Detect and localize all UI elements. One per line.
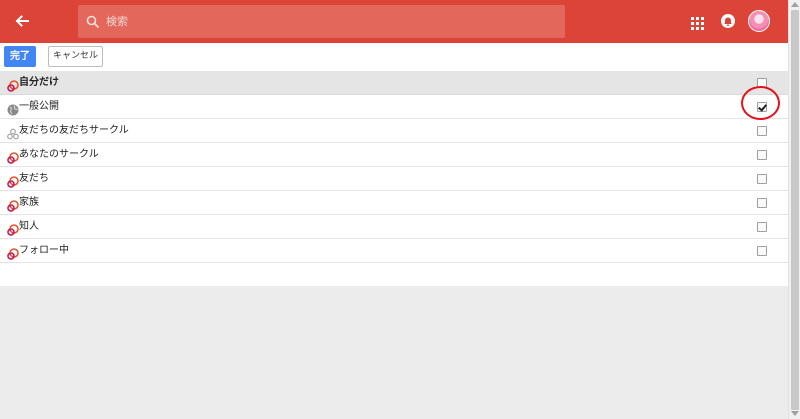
item-checkbox[interactable] <box>757 174 767 184</box>
globe-icon <box>7 101 19 116</box>
vertical-scrollbar[interactable] <box>788 0 800 419</box>
circles-icon <box>7 197 19 212</box>
item-label: 友だち <box>19 173 49 184</box>
item-label: 一般公開 <box>19 101 59 112</box>
search-box[interactable] <box>78 5 565 38</box>
scrollbar-thumb[interactable] <box>791 10 799 410</box>
audience-panel: 完了 キャンセル 自分だけ 一般公開 友だちの友だちサークル あなたのサークル … <box>0 43 788 286</box>
item-label: 知人 <box>19 221 39 232</box>
circles-icon <box>7 149 19 164</box>
circles-icon <box>7 245 19 260</box>
item-checkbox[interactable] <box>757 150 767 160</box>
search-icon <box>86 14 100 29</box>
item-checkbox[interactable] <box>757 126 767 136</box>
group-label: 自分だけ <box>19 77 59 88</box>
list-item[interactable]: 友だち <box>0 167 788 191</box>
circles-icon <box>7 173 19 188</box>
list-item[interactable]: 一般公開 <box>0 95 788 119</box>
list-group-header: 自分だけ <box>0 71 788 95</box>
scroll-down-arrow-icon[interactable] <box>791 411 799 416</box>
action-toolbar: 完了 キャンセル <box>0 43 788 71</box>
avatar[interactable] <box>748 10 770 32</box>
apps-grid-icon[interactable] <box>691 15 704 30</box>
item-label: あなたのサークル <box>19 149 99 160</box>
item-checkbox[interactable] <box>757 222 767 232</box>
list-item[interactable]: フォロー中 <box>0 239 788 263</box>
notification-bell-icon[interactable] <box>721 14 735 28</box>
list-item[interactable]: 家族 <box>0 191 788 215</box>
item-label: 家族 <box>19 197 39 208</box>
search-input[interactable] <box>106 5 546 38</box>
item-checkbox[interactable] <box>757 246 767 256</box>
item-checkbox[interactable] <box>757 198 767 208</box>
list-item[interactable]: 友だちの友だちサークル <box>0 119 788 143</box>
audience-list: 自分だけ 一般公開 友だちの友だちサークル あなたのサークル 友だち 家族 知人… <box>0 71 788 263</box>
extended-circles-icon <box>7 125 19 140</box>
group-checkbox[interactable] <box>757 78 767 88</box>
top-app-bar <box>0 0 788 43</box>
item-checkbox[interactable] <box>757 102 767 112</box>
item-label: フォロー中 <box>19 245 69 256</box>
list-item[interactable]: あなたのサークル <box>0 143 788 167</box>
back-arrow-icon[interactable] <box>12 11 32 31</box>
circles-icon <box>7 221 19 236</box>
circles-icon <box>7 77 19 92</box>
list-item[interactable]: 知人 <box>0 215 788 239</box>
done-button[interactable]: 完了 <box>4 46 36 67</box>
item-label: 友だちの友だちサークル <box>19 125 129 136</box>
cancel-button[interactable]: キャンセル <box>48 46 103 67</box>
scroll-up-arrow-icon[interactable] <box>791 2 799 7</box>
